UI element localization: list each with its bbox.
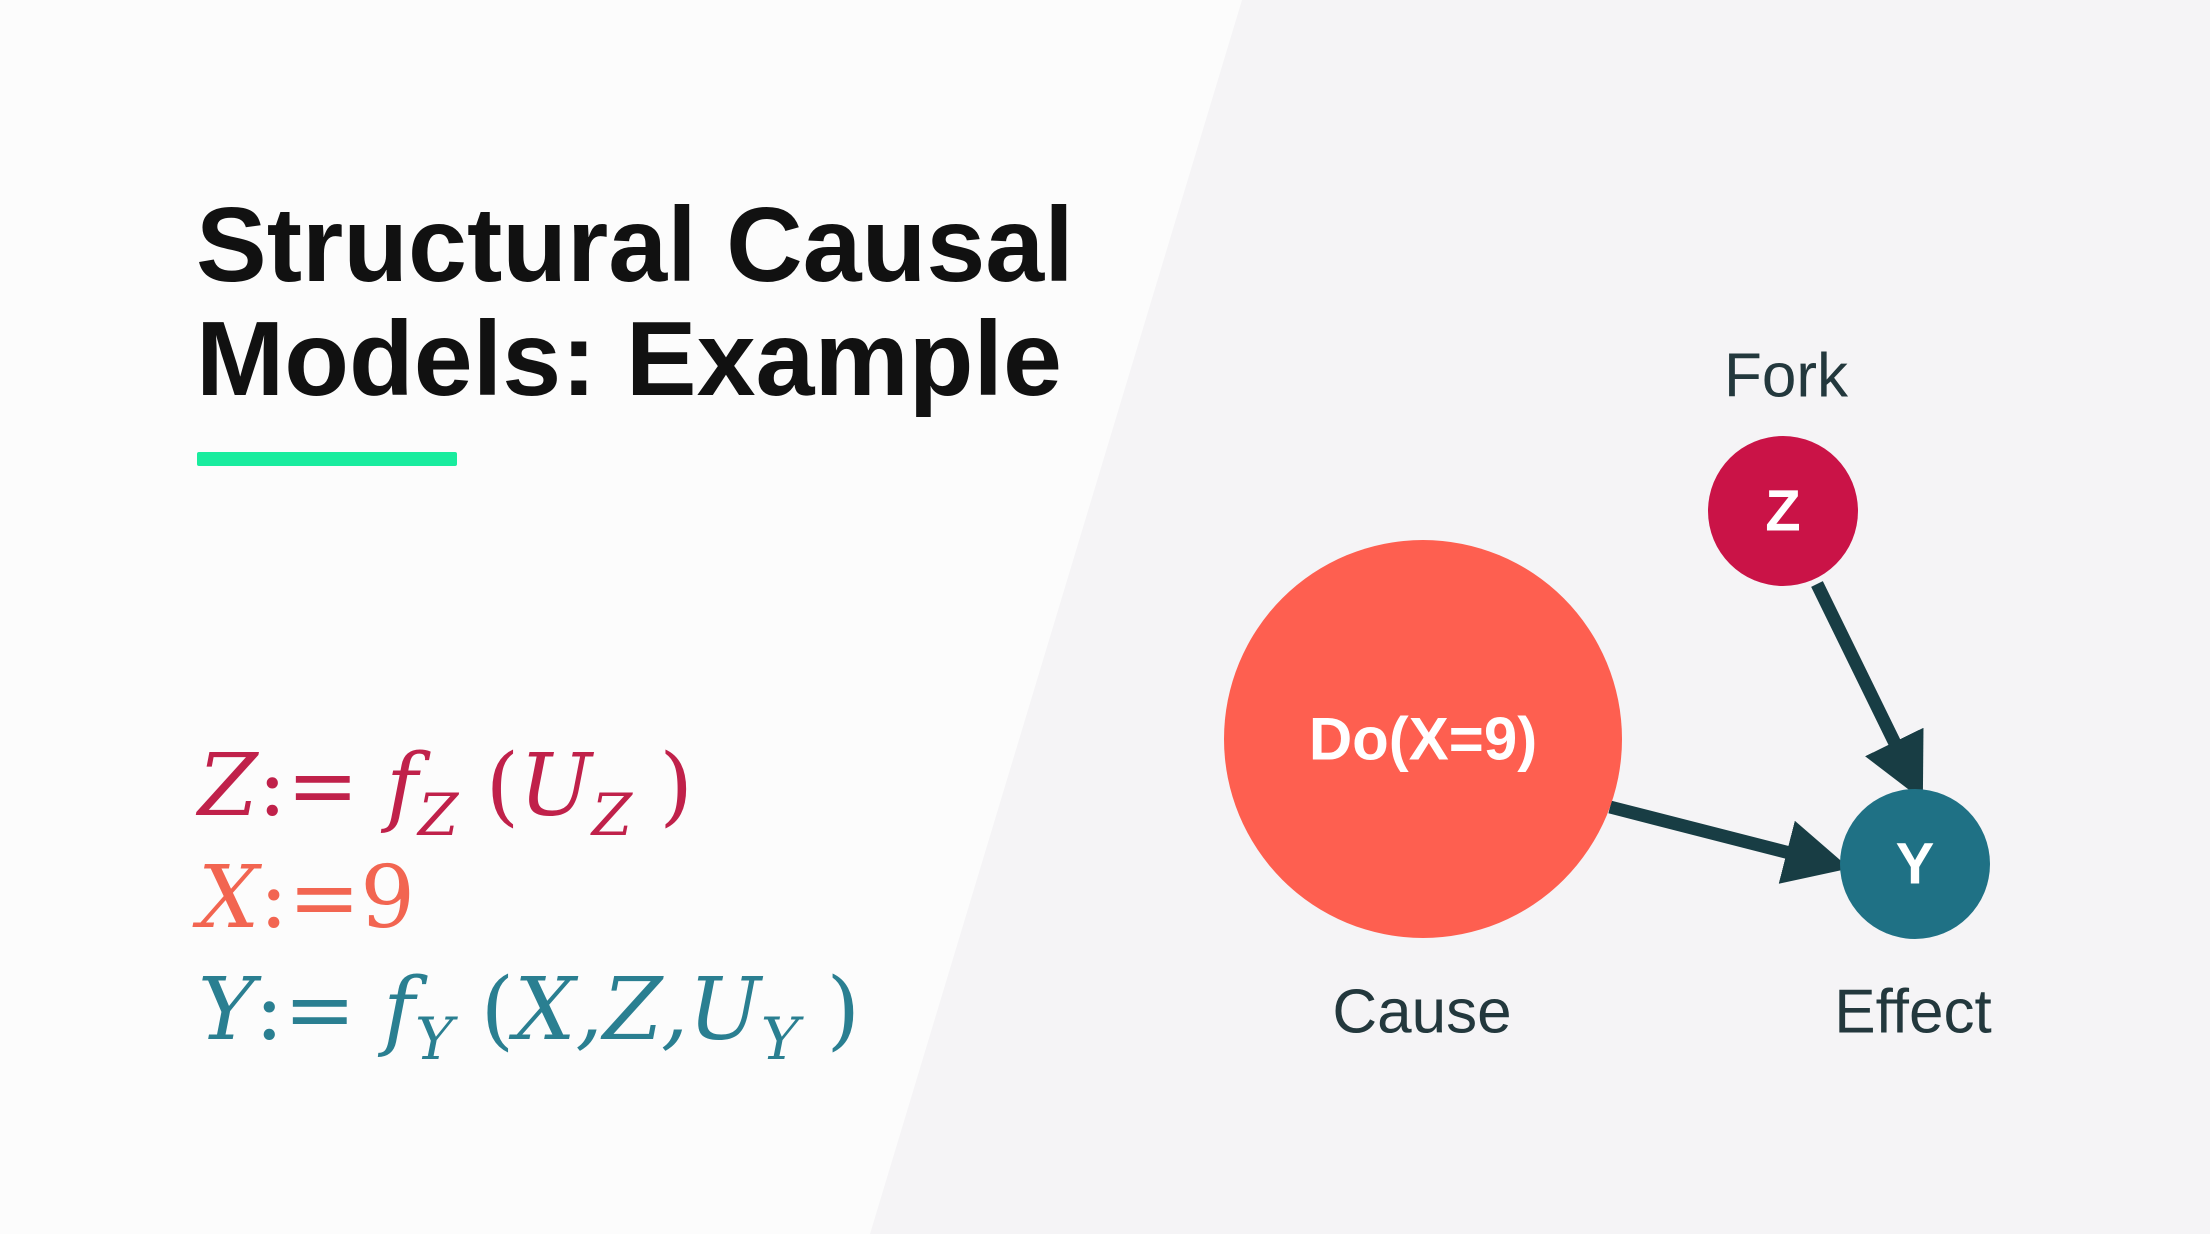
fork-label: Fork [1724, 342, 1849, 411]
slide: Structural Causal Models: Example Z:= fZ… [0, 0, 2210, 1234]
intervention-node-label: Do(X=9) [1309, 706, 1537, 773]
edge-z-to-y [1811, 581, 1924, 801]
effect-node-y-label: Y [1896, 832, 1935, 897]
edge-x-to-y [1608, 800, 1850, 884]
fork-node-z-label: Z [1765, 479, 1800, 544]
effect-label: Effect [1834, 978, 1991, 1047]
causal-diagram: Do(X=9) Z Y Fork Cause Effect [1224, 342, 1992, 1047]
cause-label: Cause [1332, 978, 1511, 1047]
